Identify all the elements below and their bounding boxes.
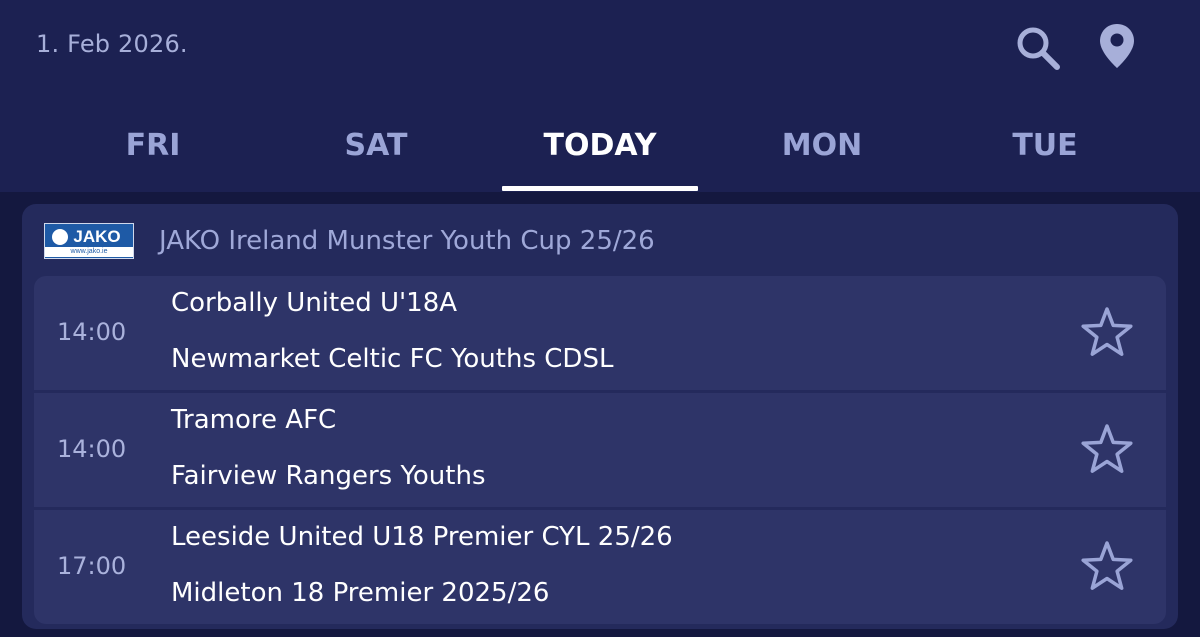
home-team: Tramore AFC bbox=[171, 405, 337, 435]
favorite-button[interactable] bbox=[1079, 423, 1135, 479]
favorite-button[interactable] bbox=[1079, 540, 1135, 596]
home-team: Leeside United U18 Premier CYL 25/26 bbox=[171, 522, 673, 552]
star-outline-icon bbox=[1081, 307, 1133, 356]
search-button[interactable] bbox=[1012, 22, 1064, 74]
location-button[interactable] bbox=[1092, 22, 1144, 74]
league-card: JAKO www.jako.ie JAKO Ireland Munster Yo… bbox=[22, 204, 1178, 629]
day-tabs: FRI SAT TODAY MON TUE bbox=[0, 110, 1200, 192]
logo-url-text: www.jako.ie bbox=[45, 247, 133, 257]
logo-text: JAKO bbox=[73, 227, 121, 246]
tab-tue[interactable]: TUE bbox=[935, 128, 1155, 163]
league-logo: JAKO www.jako.ie bbox=[44, 223, 134, 259]
star-outline-icon bbox=[1081, 541, 1133, 590]
tab-mon[interactable]: MON bbox=[712, 128, 932, 163]
tab-sat[interactable]: SAT bbox=[266, 128, 486, 163]
home-team: Corbally United U'18A bbox=[171, 288, 458, 318]
tab-today[interactable]: TODAY bbox=[490, 128, 710, 163]
league-name: JAKO Ireland Munster Youth Cup 25/26 bbox=[159, 226, 655, 256]
match-row[interactable]: 14:00 Corbally United U'18A Newmarket Ce… bbox=[34, 276, 1166, 390]
away-team: Fairview Rangers Youths bbox=[171, 461, 486, 491]
location-pin-icon bbox=[1100, 24, 1134, 68]
active-tab-indicator bbox=[502, 186, 698, 191]
tab-fri[interactable]: FRI bbox=[43, 128, 263, 163]
match-time: 14:00 bbox=[57, 318, 127, 346]
star-outline-icon bbox=[1081, 424, 1133, 473]
search-icon bbox=[1017, 27, 1060, 70]
current-date: 1. Feb 2026. bbox=[36, 30, 188, 58]
match-time: 14:00 bbox=[57, 435, 127, 463]
away-team: Midleton 18 Premier 2025/26 bbox=[171, 578, 550, 608]
favorite-button[interactable] bbox=[1079, 306, 1135, 362]
match-row[interactable]: 17:00 Leeside United U18 Premier CYL 25/… bbox=[34, 510, 1166, 624]
match-row[interactable]: 14:00 Tramore AFC Fairview Rangers Youth… bbox=[34, 393, 1166, 507]
league-header[interactable]: JAKO www.jako.ie JAKO Ireland Munster Yo… bbox=[22, 204, 1178, 276]
app-header: 1. Feb 2026. FRI SAT TODAY MON TUE bbox=[0, 0, 1200, 192]
match-time: 17:00 bbox=[57, 552, 127, 580]
match-list: JAKO www.jako.ie JAKO Ireland Munster Yo… bbox=[0, 192, 1200, 637]
away-team: Newmarket Celtic FC Youths CDSL bbox=[171, 344, 614, 374]
